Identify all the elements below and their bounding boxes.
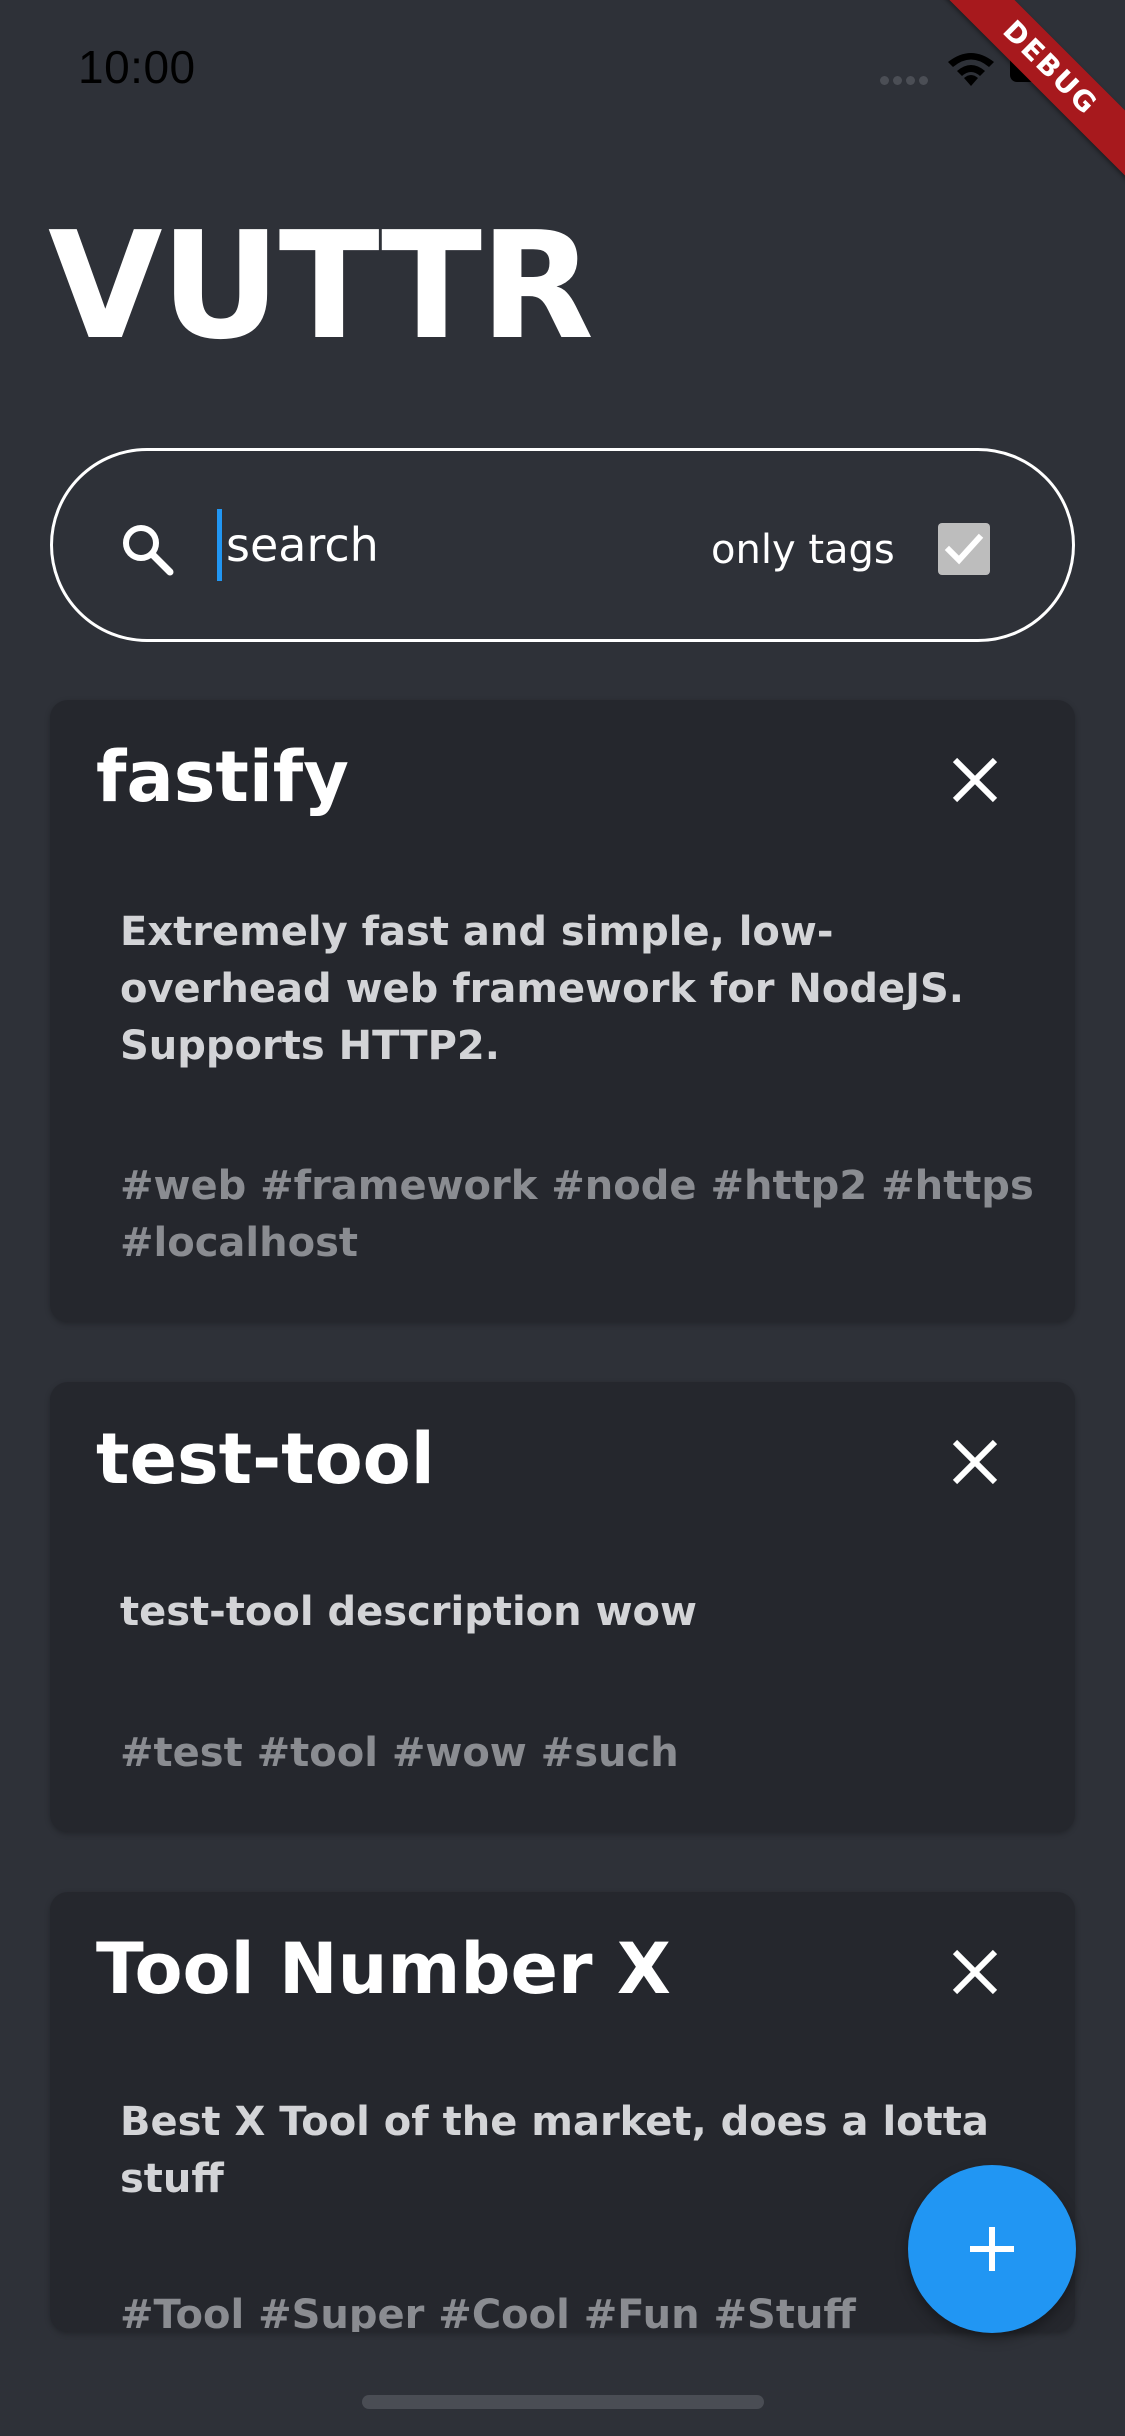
wifi-icon xyxy=(948,53,994,86)
tool-tags: #web #framework #node #http2 #https #loc… xyxy=(120,1163,1034,1266)
status-time: 10:00 xyxy=(78,41,196,93)
close-icon[interactable] xyxy=(945,1942,1005,2002)
plus-icon xyxy=(970,2227,1014,2271)
add-tool-button[interactable] xyxy=(908,2165,1076,2333)
tool-title: test-tool xyxy=(96,1418,435,1500)
tool-card: test-tool test-tool description wow #tes… xyxy=(50,1382,1075,1832)
tool-card: fastify Extremely fast and simple, low-o… xyxy=(50,700,1075,1322)
search-input[interactable] xyxy=(217,509,617,581)
app-title: VUTTR xyxy=(48,200,594,372)
close-icon[interactable] xyxy=(945,750,1005,810)
tool-description: Best X Tool of the market, does a lotta … xyxy=(120,2099,989,2202)
only-tags-checkbox[interactable] xyxy=(938,523,990,575)
tool-title: Tool Number X xyxy=(96,1928,671,2010)
home-indicator xyxy=(362,2395,764,2409)
cellular-signal-icon xyxy=(880,70,936,85)
tool-tags: #Tool #Super #Cool #Fun #Stuff xyxy=(120,2292,856,2332)
tool-description: Extremely fast and simple, low-overhead … xyxy=(120,909,964,1069)
tool-description: test-tool description wow xyxy=(120,1589,697,1635)
only-tags-label: only tags xyxy=(711,527,895,573)
search-bar: only tags xyxy=(50,448,1075,642)
tool-tags: #test #tool #wow #such xyxy=(120,1730,679,1776)
tool-title: fastify xyxy=(96,736,349,818)
status-bar: 10:00 xyxy=(0,0,1125,135)
search-icon xyxy=(123,525,174,576)
close-icon[interactable] xyxy=(945,1432,1005,1492)
check-icon xyxy=(944,533,984,565)
